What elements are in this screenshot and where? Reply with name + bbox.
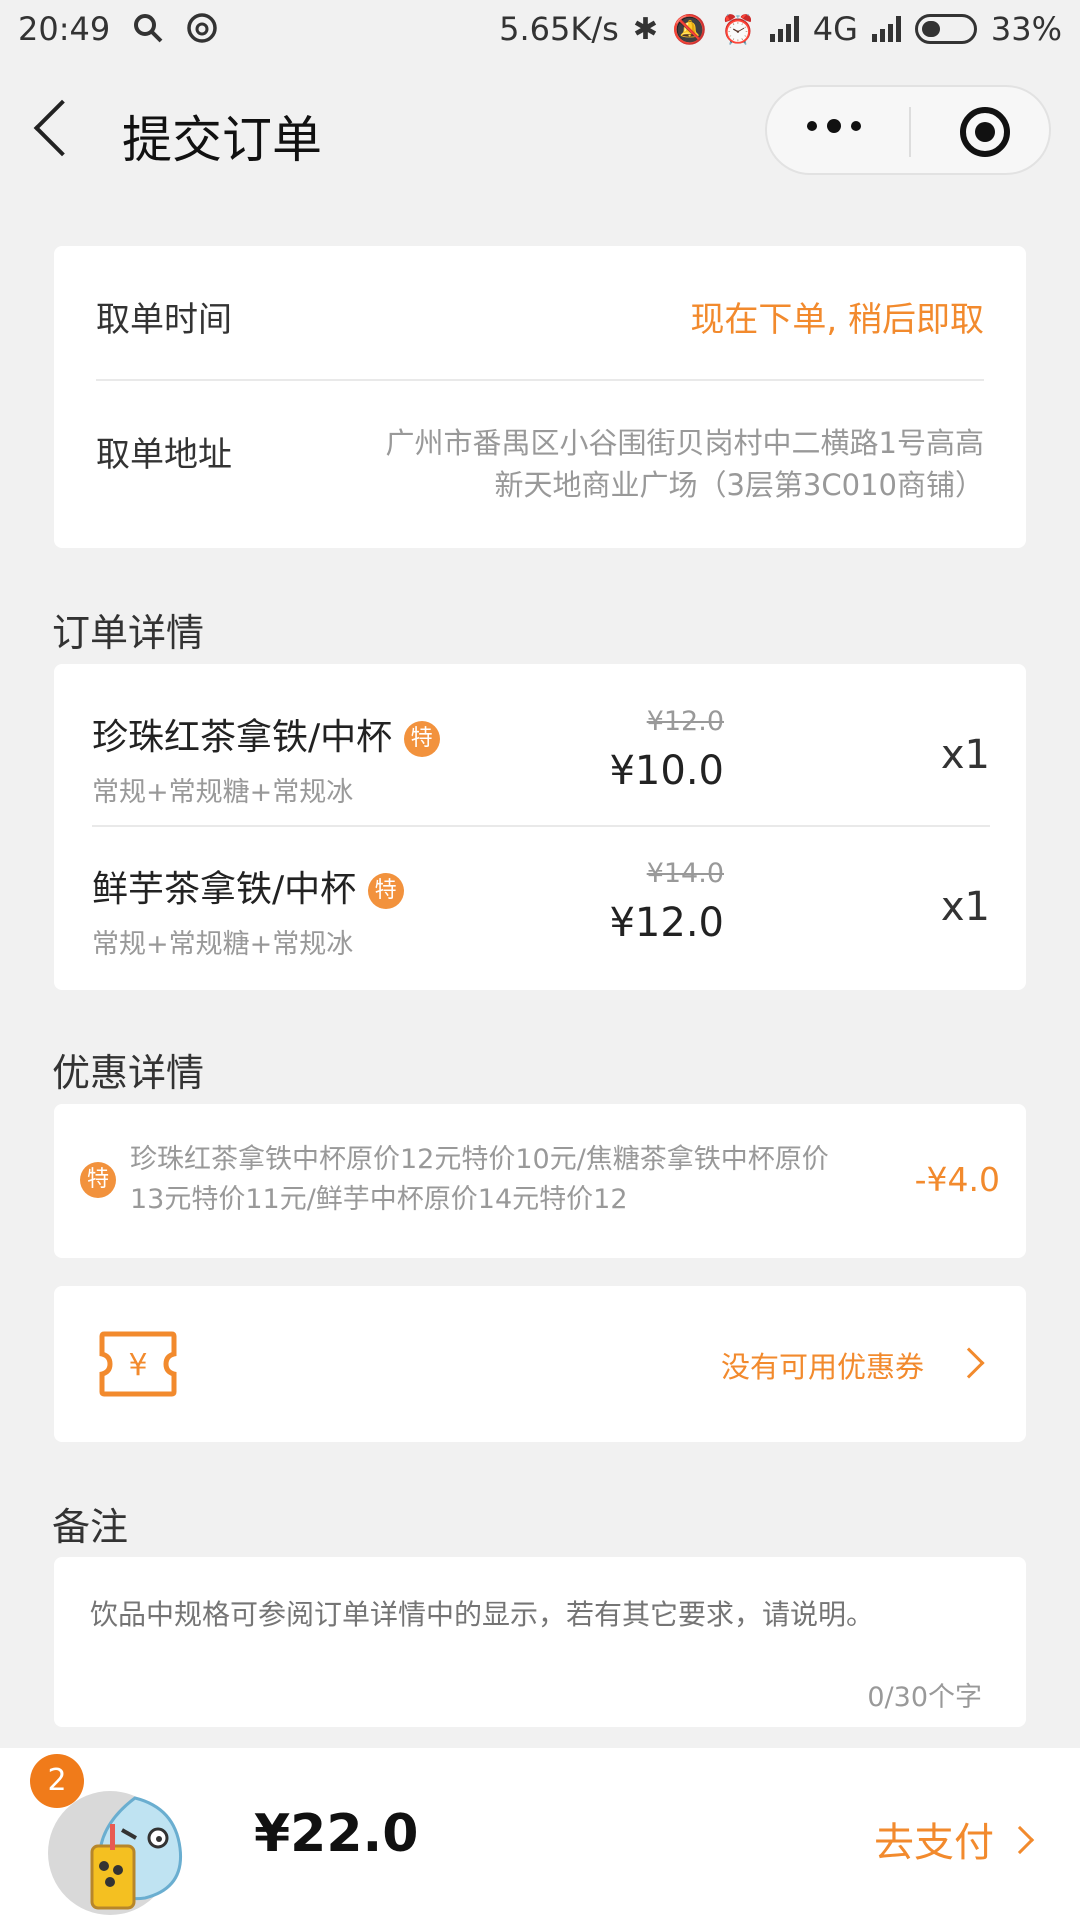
order-details-card: 珍珠红茶拿铁/中杯 特 常规+常规糖+常规冰 ¥12.0 ¥10.0 x1 鲜芋… xyxy=(54,664,1026,990)
item-qty: x1 xyxy=(940,732,990,778)
address-line-1: 广州市番禺区小谷围街贝岗村中二横路1号高高 xyxy=(385,426,984,460)
special-badge: 特 xyxy=(403,721,440,757)
item-qty: x1 xyxy=(940,884,990,930)
chevron-right-icon xyxy=(953,1347,985,1379)
remark-card: 0/30个字 xyxy=(54,1557,1026,1727)
pickup-time-label: 取单时间 xyxy=(96,300,232,340)
item-original-price: ¥14.0 xyxy=(646,858,724,889)
remark-counter: 0/30个字 xyxy=(867,1682,982,1713)
network-type: 4G xyxy=(812,10,858,48)
netease-music-icon xyxy=(187,13,217,43)
divider xyxy=(92,825,990,827)
network-speed: 5.65K/s xyxy=(499,10,619,48)
pay-button[interactable]: 去支付 xyxy=(874,1810,994,1868)
signal-icon-2 xyxy=(871,16,901,42)
mute-icon: 🔕 xyxy=(671,12,707,46)
discount-text: 珍珠红茶拿铁中杯原价12元特价10元/焦糖茶拿铁中杯原价 13元特价11元/鲜芋… xyxy=(130,1140,829,1220)
pickup-address-label: 取单地址 xyxy=(96,435,232,475)
pickup-address: 广州市番禺区小谷围街贝岗村中二横路1号高高 新天地商业广场（3层第3C010商铺… xyxy=(386,422,984,506)
item-original-price: ¥12.0 xyxy=(646,706,724,737)
remark-input[interactable] xyxy=(90,1593,990,1673)
item-name: 鲜芋茶拿铁/中杯 特 xyxy=(92,860,404,912)
coupon-icon: ¥ xyxy=(99,1331,177,1397)
pickup-card: 取单时间 现在下单, 稍后即取 取单地址 广州市番禺区小谷围街贝岗村中二横路1号… xyxy=(54,246,1026,548)
back-arrow-icon[interactable] xyxy=(33,99,91,157)
more-icon[interactable] xyxy=(807,119,861,133)
battery-icon xyxy=(914,14,977,44)
address-line-2: 新天地商业广场（3层第3C010商铺） xyxy=(494,468,984,502)
discount-text-line-1: 珍珠红茶拿铁中杯原价12元特价10元/焦糖茶拿铁中杯原价 xyxy=(130,1144,829,1175)
discount-title: 优惠详情 xyxy=(52,1051,205,1095)
alarm-icon: ⏰ xyxy=(720,12,756,46)
order-details-title: 订单详情 xyxy=(52,611,205,655)
coupon-label: 没有可用优惠券 xyxy=(720,1350,924,1384)
coupon-card[interactable]: ¥ 没有可用优惠券 xyxy=(54,1286,1026,1442)
capsule-divider xyxy=(909,107,911,157)
divider xyxy=(96,379,984,381)
signal-icon xyxy=(769,16,799,42)
bluetooth-icon: ✱ xyxy=(632,11,658,47)
item-price: ¥10.0 xyxy=(609,748,724,794)
page-title: 提交订单 xyxy=(122,111,322,169)
item-spec: 常规+常规糖+常规冰 xyxy=(92,929,354,960)
special-badge: 特 xyxy=(367,873,404,909)
pickup-time-value[interactable]: 现在下单, 稍后即取 xyxy=(690,292,984,341)
mini-program-capsule xyxy=(765,85,1051,175)
battery-level: 33% xyxy=(990,10,1062,48)
total-price: ¥22.0 xyxy=(254,1804,419,1864)
discount-card: 特 珍珠红茶拿铁中杯原价12元特价10元/焦糖茶拿铁中杯原价 13元特价11元/… xyxy=(54,1104,1026,1258)
svg-text:¥: ¥ xyxy=(128,1348,147,1383)
cart-count-badge: 2 xyxy=(30,1754,84,1808)
close-mini-program-icon[interactable] xyxy=(960,107,1010,157)
item-spec: 常规+常规糖+常规冰 xyxy=(92,777,354,808)
checkout-bar: 2 ¥22.0 去支付 xyxy=(0,1748,1080,1920)
discount-text-line-2: 13元特价11元/鲜芋中杯原价14元特价12 xyxy=(130,1184,628,1215)
remark-title: 备注 xyxy=(52,1505,129,1549)
status-right: 5.65K/s ✱ 🔕 ⏰ 4G 33% xyxy=(499,10,1062,48)
special-badge: 特 xyxy=(80,1162,116,1198)
status-time: 20:49 xyxy=(18,10,111,48)
item-price: ¥12.0 xyxy=(609,900,724,946)
discount-amount: -¥4.0 xyxy=(914,1160,1000,1199)
search-icon xyxy=(134,14,163,43)
item-name: 珍珠红茶拿铁/中杯 特 xyxy=(92,708,440,760)
nav-bar: 提交订单 xyxy=(0,60,1080,200)
chevron-right-icon[interactable] xyxy=(1005,1825,1035,1855)
status-bar: 20:49 5.65K/s ✱ 🔕 ⏰ 4G 33% xyxy=(0,0,1080,60)
